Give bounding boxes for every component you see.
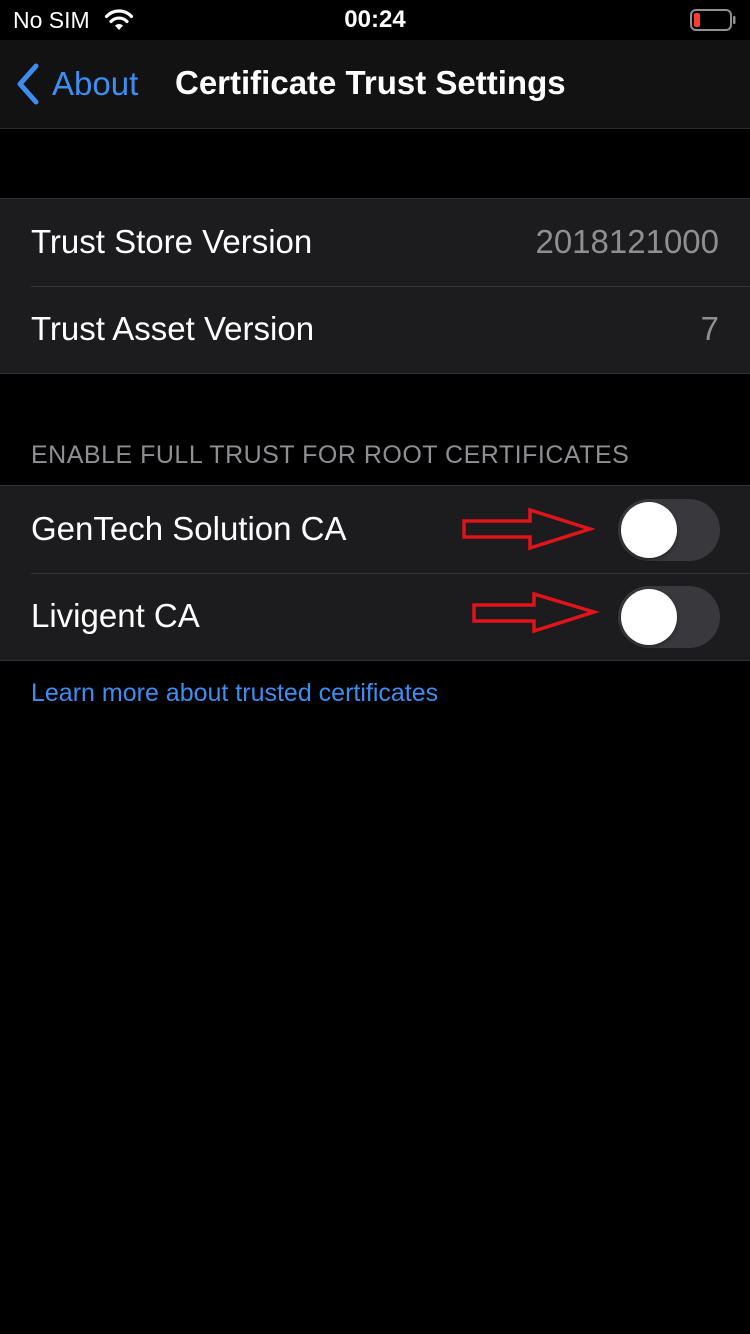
list-item: Trust Store Version 2018121000 xyxy=(0,199,750,286)
battery-low-icon xyxy=(690,9,736,31)
trust-asset-version-value: 7 xyxy=(700,310,719,347)
learn-more-link[interactable]: Learn more about trusted certificates xyxy=(31,679,438,708)
clock: 00:24 xyxy=(344,6,406,33)
toggle-knob xyxy=(621,589,677,645)
toggle-knob xyxy=(621,502,677,558)
section-header: ENABLE FULL TRUST FOR ROOT CERTIFICATES xyxy=(31,441,630,469)
trust-asset-version-label: Trust Asset Version xyxy=(31,310,315,347)
version-group: Trust Store Version 2018121000 Trust Ass… xyxy=(0,198,750,374)
red-arrow-annotation xyxy=(472,591,600,634)
trust-store-version-label: Trust Store Version xyxy=(31,223,313,260)
livigent-trust-toggle[interactable] xyxy=(618,586,720,648)
back-button[interactable]: About xyxy=(14,60,138,108)
certificate-row: GenTech Solution CA xyxy=(0,486,750,573)
page-title: Certificate Trust Settings xyxy=(175,64,566,101)
trust-store-version-value: 2018121000 xyxy=(535,223,719,260)
certificate-label: Livigent CA xyxy=(31,597,200,634)
certificate-label: GenTech Solution CA xyxy=(31,510,347,547)
list-item: Trust Asset Version 7 xyxy=(0,286,750,373)
certificate-trust-group: GenTech Solution CA Livigent CA xyxy=(0,485,750,661)
navigation-bar: About Certificate Trust Settings xyxy=(0,40,750,129)
certificate-row: Livigent CA xyxy=(0,573,750,660)
status-bar: No SIM 00:24 xyxy=(0,0,750,40)
back-label: About xyxy=(52,65,139,102)
chevron-left-icon xyxy=(17,63,39,105)
red-arrow-annotation xyxy=(462,507,595,551)
gentech-trust-toggle[interactable] xyxy=(618,499,720,561)
